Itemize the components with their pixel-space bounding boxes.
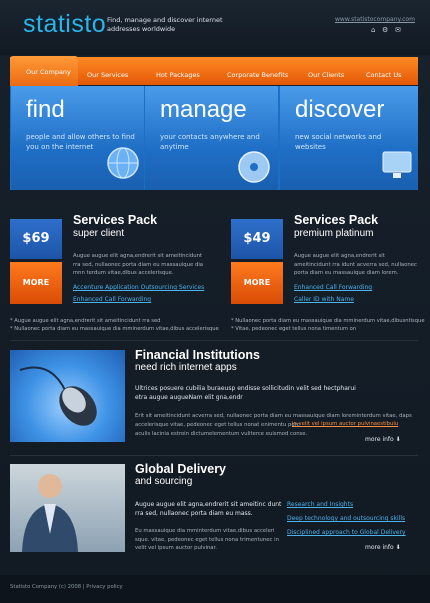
disc-icon (238, 151, 270, 183)
section-link[interactable]: in velit vel ipsum auctor pulvinaestibul… (292, 421, 398, 427)
settings-icon[interactable]: ⚙ (382, 26, 388, 34)
pack-link[interactable]: Accenture Application Outsourcing Servic… (73, 284, 204, 291)
nav-item-corporate-benefits[interactable]: Corporate Benefits (227, 71, 288, 79)
site-url-link[interactable]: www.statistocompany.com (335, 16, 415, 23)
logo[interactable]: statisto (23, 10, 106, 39)
section-lead: Augue augue elit agna,endrerit sit ameit… (135, 501, 282, 517)
nav-item-our-services[interactable]: Our Services (87, 71, 128, 79)
pack-text: Augue augue elit agna,endrerit sit ameit… (294, 253, 417, 276)
more-info-label: more info (365, 544, 394, 551)
more-info-link[interactable]: more info ⬇ (365, 436, 401, 443)
arrow-down-icon: ⬇ (395, 544, 401, 551)
divider (10, 455, 418, 456)
page: statisto Find, manage and discover inter… (0, 0, 430, 603)
more-button[interactable]: MORE (231, 262, 283, 304)
pack-text: Augue augue elit agna,endrerit sit ameit… (73, 253, 204, 276)
hero-title: manage (160, 96, 247, 123)
note: * Augue augue elit agna,endrerit sit ame… (10, 318, 161, 324)
section-title: Financial Institutions (135, 348, 261, 362)
nav-item-our-clients[interactable]: Our Clients (308, 71, 344, 79)
pack-subtitle: super client (73, 228, 125, 239)
divider (10, 340, 418, 341)
hero-title: find (26, 96, 65, 123)
mail-icon[interactable]: ✉ (395, 26, 401, 34)
hero-panel-discover[interactable]: discover new social networks and website… (280, 86, 418, 190)
note: * Nullaonec porta diam eu massauique dia… (231, 318, 425, 324)
section-link[interactable]: Research and Insights (287, 501, 353, 508)
price-badge: $49 (231, 219, 283, 259)
pack-subtitle: premium platinum (294, 228, 374, 239)
nav-item-hot-packages[interactable]: Hot Packages (156, 71, 200, 79)
price-badge: $69 (10, 219, 62, 259)
pack-link[interactable]: Enhanced Call Forwarding (294, 284, 372, 291)
hero-title: discover (295, 96, 385, 123)
pack-title: Services Pack (294, 213, 379, 227)
arrow-down-icon: ⬇ (395, 436, 401, 443)
mouse-icon (19, 366, 97, 426)
businessman-icon (22, 474, 78, 552)
section-lead: Ultrices posuere cubilia buraeusp endiss… (135, 385, 356, 401)
monitor-icon (382, 151, 412, 178)
note: * Nullaonec porta diam eu massauique dia… (10, 326, 219, 332)
section-body: Eu massauique dia mminterdum vitae,dibus… (135, 528, 279, 551)
section-link[interactable]: Deep technology and outsourcing skills (287, 515, 405, 522)
hero-panel-manage[interactable]: manage your contacts anywhere and anytim… (145, 86, 278, 190)
pack-link[interactable]: Caller ID with Name (294, 296, 354, 303)
mouse-image (10, 350, 125, 442)
hero-text: your contacts anywhere and anytime (160, 133, 260, 151)
tagline: Find, manage and discover internet addre… (107, 16, 223, 33)
nav-item-contact-us[interactable]: Contact Us (366, 71, 402, 79)
note: * Vitae, pedeonec eget tellus nona timen… (231, 326, 357, 332)
more-info-label: more info (365, 436, 394, 443)
person-image (10, 464, 125, 552)
section-link[interactable]: Disciplined approach to Global Delivery (287, 529, 406, 536)
nav-item-our-company[interactable]: Our Company (26, 68, 71, 76)
hero-panel-find[interactable]: find people and allow others to find you… (11, 86, 144, 190)
footer-text[interactable]: Statisto Company (c) 2008 | Privacy poli… (10, 584, 123, 590)
pack-link[interactable]: Enhanced Call Forwarding (73, 296, 151, 303)
home-icon[interactable]: ⌂ (371, 26, 375, 34)
more-info-link[interactable]: more info ⬇ (365, 544, 401, 551)
pack-title: Services Pack (73, 213, 158, 227)
section-subtitle: and sourcing (135, 476, 193, 487)
section-title: Global Delivery (135, 462, 227, 476)
more-button[interactable]: MORE (10, 262, 62, 304)
section-subtitle: need rich internet apps (135, 362, 237, 373)
globe-icon (107, 147, 139, 179)
